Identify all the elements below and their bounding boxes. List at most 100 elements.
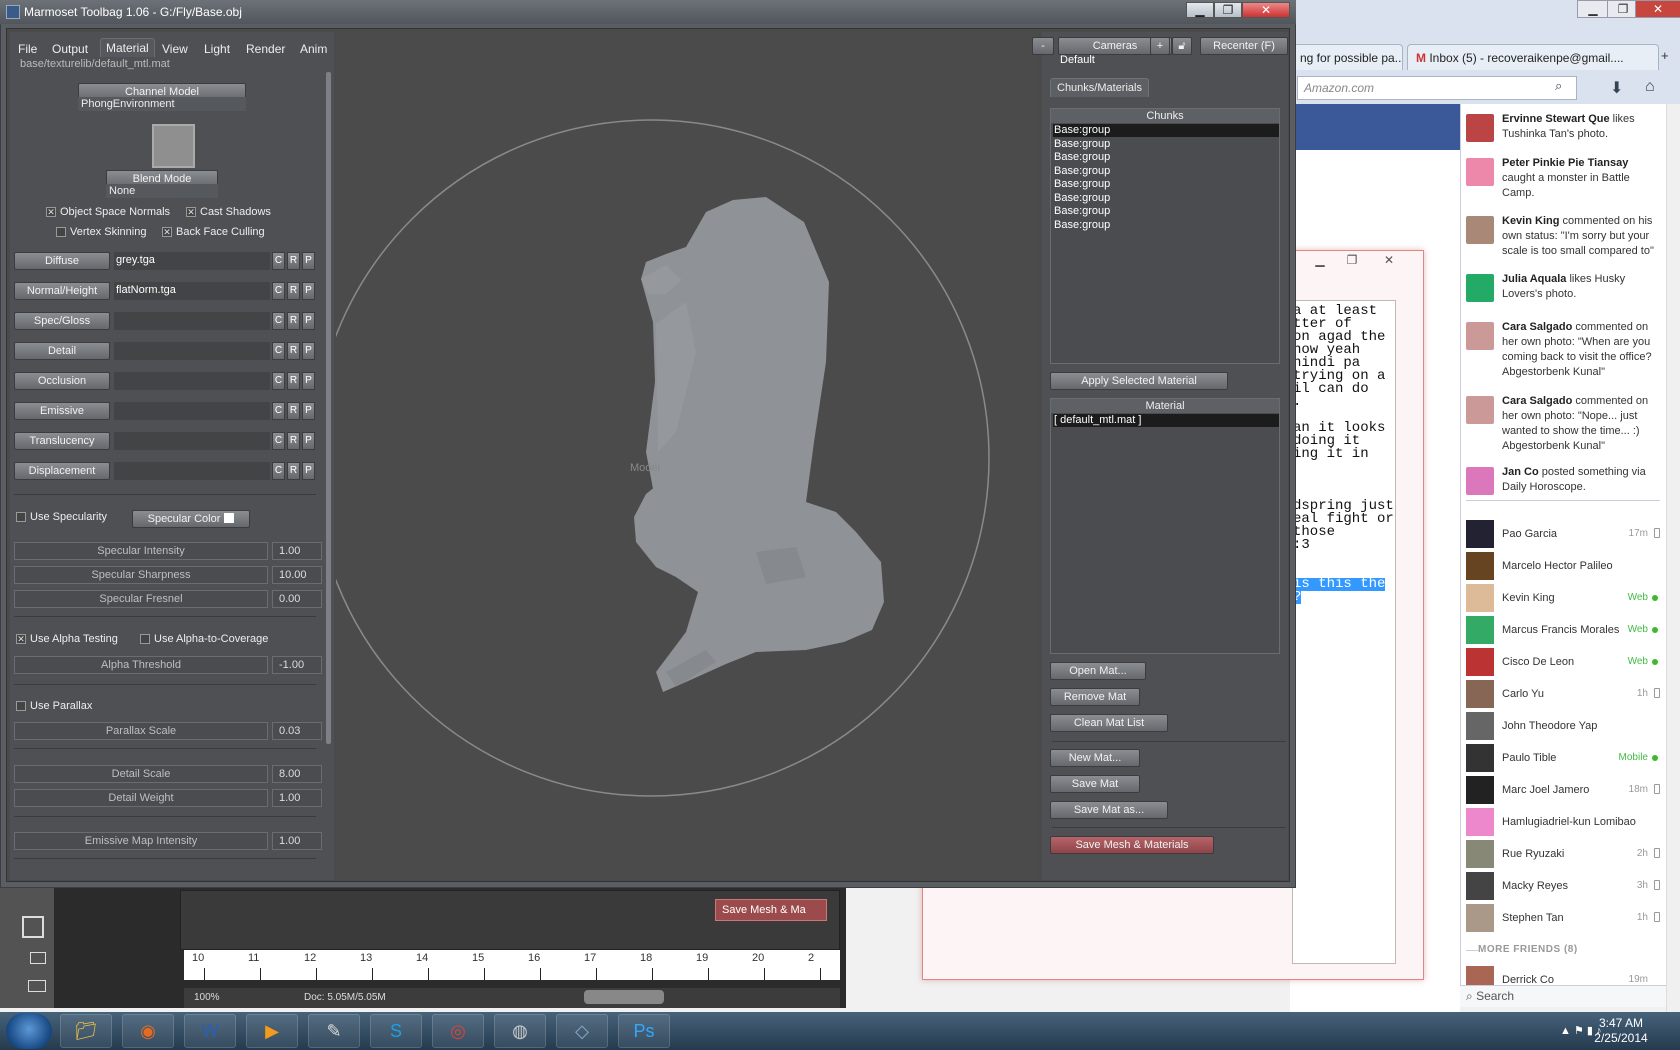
- detail-scale-slider[interactable]: Detail Scale: [14, 765, 268, 783]
- marmoset-taskbar-icon[interactable]: ◍: [494, 1014, 546, 1048]
- specular-sharpness-slider-value[interactable]: 10.00: [272, 566, 322, 584]
- detail-weight-slider[interactable]: Detail Weight: [14, 789, 268, 807]
- channel-texture-field[interactable]: [114, 372, 270, 390]
- ticker-name[interactable]: Peter Pinkie Pie Tiansay: [1502, 157, 1628, 169]
- menu-light[interactable]: Light: [204, 42, 230, 56]
- alpha-threshold-slider-value[interactable]: -1.00: [272, 656, 322, 674]
- channel-spec-gloss-button[interactable]: Spec/Gloss: [14, 312, 110, 330]
- channel-clear-button[interactable]: C: [272, 342, 285, 360]
- channel-clear-button[interactable]: C: [272, 402, 285, 420]
- avatar[interactable]: [1466, 467, 1494, 495]
- parallax-scale-slider-value[interactable]: 0.03: [272, 722, 322, 740]
- detail-weight-slider-value[interactable]: 1.00: [272, 789, 322, 807]
- chat-friend-item[interactable]: Marcus Francis Morales Web: [1466, 616, 1662, 646]
- channel-clear-button[interactable]: C: [272, 282, 285, 300]
- menu-view[interactable]: View: [162, 42, 188, 56]
- chunk-list-item[interactable]: Base:group: [1053, 205, 1279, 218]
- screen-mode-icon[interactable]: [28, 980, 46, 992]
- channel-preview-button[interactable]: P: [302, 432, 315, 450]
- ticker-name[interactable]: Kevin King: [1502, 215, 1559, 227]
- specular-intensity-slider[interactable]: Specular Intensity: [14, 542, 268, 560]
- chat-friend-item[interactable]: Carlo Yu 1h: [1466, 680, 1662, 710]
- channel-model-value[interactable]: PhongEnvironment: [78, 97, 246, 111]
- channel-reload-button[interactable]: R: [287, 312, 300, 330]
- specular-fresnel-slider-value[interactable]: 0.00: [272, 590, 322, 608]
- apply-selected-material-button[interactable]: Apply Selected Material: [1050, 372, 1228, 390]
- channel-preview-button[interactable]: P: [302, 462, 315, 480]
- avatar[interactable]: [1466, 648, 1494, 676]
- 3d-viewport[interactable]: [336, 32, 1038, 880]
- ticker-name[interactable]: Jan Co: [1502, 466, 1539, 478]
- parallax-scale-slider[interactable]: Parallax Scale: [14, 722, 268, 740]
- avatar[interactable]: [1466, 712, 1494, 740]
- save-mesh-materials-button[interactable]: Save Mesh & Materials: [1050, 836, 1214, 854]
- viewport-canvas[interactable]: [336, 32, 1038, 880]
- skype-taskbar-icon[interactable]: S: [370, 1014, 422, 1048]
- use-alpha-testing-checkbox[interactable]: ✕: [16, 634, 26, 644]
- channel-texture-field[interactable]: [114, 342, 270, 360]
- channel-reload-button[interactable]: R: [287, 252, 300, 270]
- use-alpha-to-coverage-checkbox[interactable]: [140, 634, 150, 644]
- clean-mat-list-button[interactable]: Clean Mat List: [1050, 714, 1168, 732]
- specular-color-swatch[interactable]: [224, 513, 235, 523]
- camera-lock-button[interactable]: 🔓︎: [1172, 37, 1192, 55]
- avatar[interactable]: [1466, 322, 1494, 350]
- new-mat-button[interactable]: New Mat...: [1050, 749, 1140, 767]
- specular-fresnel-slider[interactable]: Specular Fresnel: [14, 590, 268, 608]
- avatar[interactable]: [1466, 776, 1494, 804]
- avatar[interactable]: [1466, 584, 1494, 612]
- channel-occlusion-button[interactable]: Occlusion: [14, 372, 110, 390]
- avatar[interactable]: [1466, 744, 1494, 772]
- download-icon[interactable]: ⬇: [1610, 78, 1623, 98]
- channel-clear-button[interactable]: C: [272, 372, 285, 390]
- specular-color-button[interactable]: Specular Color: [132, 510, 250, 528]
- channel-preview-button[interactable]: P: [302, 402, 315, 420]
- photoshop-taskbar-icon[interactable]: Ps: [618, 1014, 670, 1048]
- chat-friend-item[interactable]: Marc Joel Jamero 18m: [1466, 776, 1662, 806]
- browser-tab-1[interactable]: ng for possible pa...: [1291, 44, 1403, 70]
- channel-clear-button[interactable]: C: [272, 462, 285, 480]
- notepad-text-area[interactable]: a at least tter of on agad the now yeah hin…: [1292, 300, 1396, 964]
- avatar[interactable]: [1466, 114, 1494, 142]
- channel-reload-button[interactable]: R: [287, 282, 300, 300]
- media-player-taskbar-icon[interactable]: ▶: [246, 1014, 298, 1048]
- chrome-taskbar-icon[interactable]: ◎: [432, 1014, 484, 1048]
- ticker-name[interactable]: Cara Salgado: [1502, 395, 1572, 407]
- ticker-name[interactable]: Cara Salgado: [1502, 321, 1572, 333]
- channel-texture-field[interactable]: [114, 312, 270, 330]
- channel-detail-button[interactable]: Detail: [14, 342, 110, 360]
- avatar[interactable]: [1466, 840, 1494, 868]
- paint-taskbar-icon[interactable]: ◇: [556, 1014, 608, 1048]
- detail-scale-slider-value[interactable]: 8.00: [272, 765, 322, 783]
- page-scrollbar[interactable]: [1666, 104, 1680, 1012]
- checkbox-vertex-skinning[interactable]: [56, 227, 66, 237]
- word-taskbar-icon[interactable]: W: [184, 1014, 236, 1048]
- ticker-name[interactable]: Ervinne Stewart Que: [1502, 113, 1610, 125]
- channel-clear-button[interactable]: C: [272, 252, 285, 270]
- tab-chunks-materials[interactable]: Chunks/Materials: [1050, 78, 1149, 97]
- chat-friend-item[interactable]: John Theodore Yap: [1466, 712, 1662, 742]
- material-list[interactable]: Material [ default_mtl.mat ]: [1050, 398, 1280, 654]
- close-icon[interactable]: ✕: [1635, 0, 1680, 18]
- search-icon[interactable]: ⌕: [1555, 78, 1562, 94]
- chunk-list-item[interactable]: Base:group: [1053, 151, 1279, 164]
- checkbox-back-face-culling[interactable]: ✕: [162, 227, 172, 237]
- avatar[interactable]: [1466, 158, 1494, 186]
- minimize-icon[interactable]: ▁: [1305, 253, 1335, 269]
- chat-friend-item[interactable]: Kevin King Web: [1466, 584, 1662, 614]
- channel-preview-button[interactable]: P: [302, 252, 315, 270]
- emissive-map-intensity-slider[interactable]: Emissive Map Intensity: [14, 832, 268, 850]
- recenter-button[interactable]: Recenter (F): [1200, 37, 1288, 55]
- home-icon[interactable]: ⌂: [1645, 78, 1655, 96]
- avatar[interactable]: [1466, 808, 1494, 836]
- avatar[interactable]: [1466, 396, 1494, 424]
- channel-diffuse-button[interactable]: Diffuse: [14, 252, 110, 270]
- inkscape-taskbar-icon[interactable]: ✎: [308, 1014, 360, 1048]
- channel-preview-button[interactable]: P: [302, 312, 315, 330]
- channel-clear-button[interactable]: C: [272, 312, 285, 330]
- chat-friend-item[interactable]: Rue Ryuzaki 2h: [1466, 840, 1662, 870]
- channel-texture-field[interactable]: [114, 402, 270, 420]
- firefox-taskbar-icon[interactable]: ◉: [122, 1014, 174, 1048]
- open-mat-button[interactable]: Open Mat...: [1050, 662, 1146, 680]
- remove-mat-button[interactable]: Remove Mat: [1050, 688, 1140, 706]
